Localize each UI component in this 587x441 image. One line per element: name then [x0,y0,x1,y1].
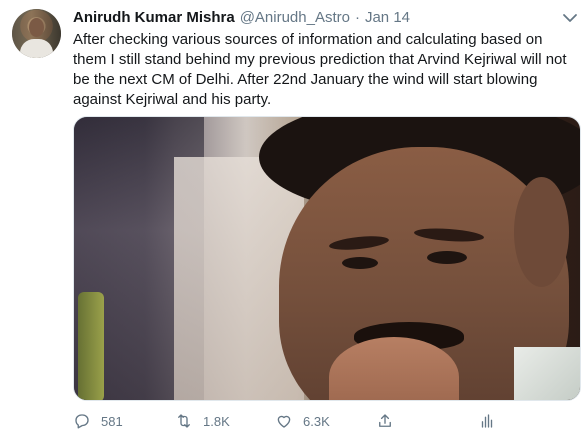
reply-icon [75,414,89,429]
photo-eye-left [342,257,378,269]
share-button[interactable] [376,412,394,430]
analytics-button[interactable] [478,412,496,430]
like-button[interactable]: 6.3K [275,412,330,430]
retweet-icon [178,414,190,428]
avatar-face [29,18,44,37]
photo-background-green [78,292,104,400]
like-count: 6.3K [303,413,330,429]
analytics-icon [481,414,493,428]
tweet-photo[interactable] [73,116,581,401]
avatar[interactable] [12,9,61,58]
avatar-shirt [20,39,53,58]
author-name[interactable]: Anirudh Kumar Mishra [73,9,235,26]
reply-button[interactable]: 581 [73,412,123,430]
tweet-body: After checking various sources of inform… [73,31,567,108]
retweet-button[interactable]: 1.8K [175,412,230,430]
reply-count: 581 [101,413,123,429]
author-handle[interactable]: @Anirudh_Astro [240,9,350,26]
photo-ear [514,177,569,287]
heart-icon [277,415,291,428]
tweet[interactable]: Anirudh Kumar Mishra @Anirudh_Astro · Ja… [0,0,587,441]
separator-dot: · [354,9,360,26]
retweet-count: 1.8K [203,413,230,429]
share-icon [379,414,391,427]
photo-shirt [514,347,580,400]
tweet-date[interactable]: Jan 14 [365,9,410,26]
tweet-header: Anirudh Kumar Mishra @Anirudh_Astro · Ja… [73,9,410,29]
tweet-text: After checking various sources of inform… [73,30,578,110]
photo-eye-right [427,251,467,264]
chevron-down-icon[interactable] [561,12,579,24]
tweet-actions: 581 1.8K 6.3K [73,412,578,434]
